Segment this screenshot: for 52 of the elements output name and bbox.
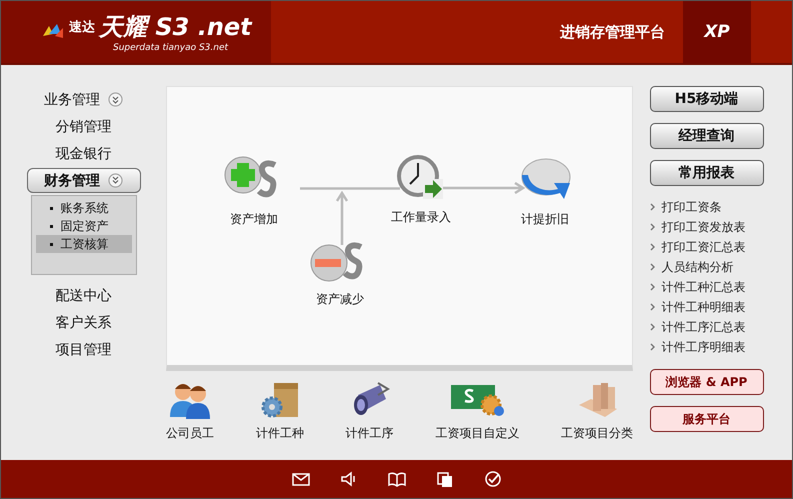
- people-icon: [170, 381, 210, 419]
- flow-node[interactable]: 计提折旧: [500, 155, 590, 228]
- service-button[interactable]: 服务平台: [650, 406, 764, 432]
- menu-button[interactable]: 经理查询: [650, 123, 764, 149]
- submenu-item[interactable]: 固定资产: [36, 217, 132, 235]
- box-gear-icon: [260, 381, 300, 419]
- chevron-icon: [650, 263, 656, 271]
- shortcut-button[interactable]: 工资项目分类: [561, 381, 633, 442]
- shortcut-button[interactable]: 计件工序: [346, 381, 394, 442]
- report-link[interactable]: 打印工资发放表: [650, 217, 764, 237]
- shortcut-button[interactable]: 工资项目自定义: [435, 381, 520, 442]
- flow-node[interactable]: 资产增加: [209, 155, 299, 228]
- documents-icon[interactable]: [434, 470, 454, 488]
- logo-mark: 速达: [69, 19, 95, 36]
- platform-title: 进销存管理平台: [560, 22, 666, 42]
- chevron-icon: [650, 323, 656, 331]
- report-link[interactable]: 计件工种汇总表: [650, 277, 764, 297]
- chevron-icon: [650, 243, 656, 251]
- flow-node[interactable]: 资产减少: [295, 241, 385, 308]
- report-link[interactable]: 打印工资条: [650, 197, 764, 217]
- sidebar-item[interactable]: 客户关系: [26, 310, 140, 335]
- chevron-icon: [650, 203, 656, 211]
- chevron-icon: [650, 283, 656, 291]
- edition-label: XP: [683, 1, 751, 63]
- menu-button[interactable]: 常用报表: [650, 160, 764, 186]
- sidebar-item[interactable]: 项目管理: [26, 337, 140, 362]
- chevron-icon: [650, 223, 656, 231]
- submenu-item[interactable]: 账务系统: [36, 199, 132, 217]
- submenu-item[interactable]: 工资核算: [36, 235, 132, 253]
- report-link[interactable]: 计件工种明细表: [650, 297, 764, 317]
- shortcut-button[interactable]: 计件工种: [256, 381, 304, 442]
- chevron-icon: [650, 343, 656, 351]
- sidebar-item[interactable]: 业务管理: [26, 87, 140, 112]
- service-button[interactable]: 浏览器 & APP: [650, 369, 764, 395]
- sidebar-item[interactable]: 现金银行: [26, 141, 140, 166]
- book-icon[interactable]: [386, 470, 406, 488]
- logo-title: 天耀 S3 .net: [99, 12, 252, 43]
- report-link[interactable]: 人员结构分析: [650, 257, 764, 277]
- clock-icon: [397, 155, 445, 201]
- sidebar-item[interactable]: 配送中心: [26, 283, 140, 308]
- sidebar-item[interactable]: 财务管理: [26, 168, 140, 193]
- sidebar-item[interactable]: 分销管理: [26, 114, 140, 139]
- logo-subtitle: Superdata tianyao S3.net: [113, 43, 230, 53]
- report-link[interactable]: 打印工资汇总表: [650, 237, 764, 257]
- report-link[interactable]: 计件工序汇总表: [650, 317, 764, 337]
- menu-button[interactable]: H5移动端: [650, 86, 764, 112]
- report-link[interactable]: 计件工序明细表: [650, 337, 764, 357]
- check-circle-icon[interactable]: [482, 470, 502, 488]
- shortcut-button[interactable]: 公司员工: [166, 381, 214, 442]
- arrow: [336, 191, 348, 245]
- chevron-icon: [650, 303, 656, 311]
- flow-node[interactable]: 工作量录入: [376, 155, 466, 226]
